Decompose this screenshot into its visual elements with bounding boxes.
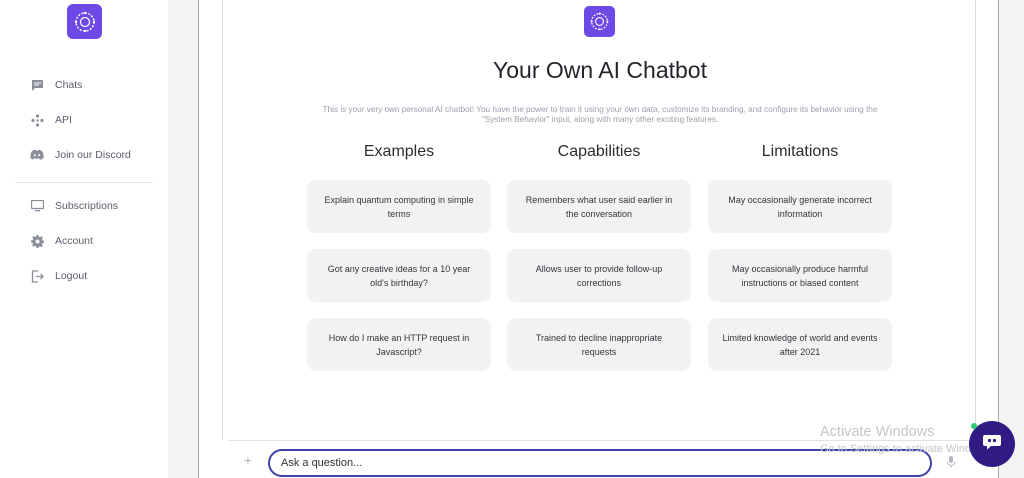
gear-icon [30, 234, 44, 248]
logout-icon [30, 269, 44, 283]
limitation-card: Limited knowledge of world and events af… [708, 318, 892, 371]
sidebar-item-discord[interactable]: Join our Discord [30, 145, 131, 165]
online-status-dot [971, 423, 977, 429]
api-nodes-icon [30, 113, 44, 127]
example-card[interactable]: Got any creative ideas for a 10 year old… [307, 249, 491, 302]
chat-icon [30, 78, 44, 92]
sidebar-item-account[interactable]: Account [30, 231, 93, 251]
gutter [168, 0, 199, 478]
sidebar-item-api[interactable]: API [30, 110, 72, 130]
discord-icon [30, 148, 44, 162]
activate-windows-watermark: Activate Windows [820, 424, 935, 440]
sidebar-item-label: Chats [55, 79, 83, 91]
limitation-card: May occasionally generate incorrect info… [708, 180, 892, 233]
sidebar-item-subscriptions[interactable]: Subscriptions [30, 196, 118, 216]
capability-card: Remembers what user said earlier in the … [507, 180, 691, 233]
sidebar-item-label: API [55, 114, 72, 126]
sidebar: Chats API Join our Discord Subscriptions… [0, 0, 168, 478]
brain-circuit-icon [584, 6, 615, 37]
example-card[interactable]: How do I make an HTTP request in Javascr… [307, 318, 491, 371]
sidebar-divider [15, 182, 153, 183]
microphone-icon[interactable] [945, 455, 957, 469]
column-heading-capabilities: Capabilities [557, 143, 641, 160]
sidebar-item-label: Account [55, 235, 93, 247]
activate-windows-hint: Go to Settings to activate Windows. [820, 443, 994, 455]
limitation-card: May occasionally produce harmful instruc… [708, 249, 892, 302]
sidebar-item-label: Logout [55, 270, 88, 282]
capability-card: Trained to decline inappropriate request… [507, 318, 691, 371]
sidebar-item-label: Subscriptions [55, 200, 119, 212]
column-heading-examples: Examples [363, 143, 435, 160]
monitor-icon [30, 199, 44, 213]
sidebar-item-logout[interactable]: Logout [30, 266, 87, 286]
page-subtitle: This is your very own personal AI chatbo… [322, 105, 878, 124]
brain-circuit-icon[interactable] [67, 4, 102, 39]
capability-card: Allows user to provide follow-up correct… [507, 249, 691, 302]
chat-bubble-icon [982, 433, 1002, 456]
page-title: Your Own AI Chatbot [493, 57, 707, 83]
example-card[interactable]: Explain quantum computing in simple term… [307, 180, 491, 233]
sidebar-item-chats[interactable]: Chats [30, 75, 82, 95]
plus-icon[interactable]: + [241, 453, 255, 467]
column-heading-limitations: Limitations [761, 143, 839, 160]
sidebar-item-label: Join our Discord [55, 149, 131, 161]
